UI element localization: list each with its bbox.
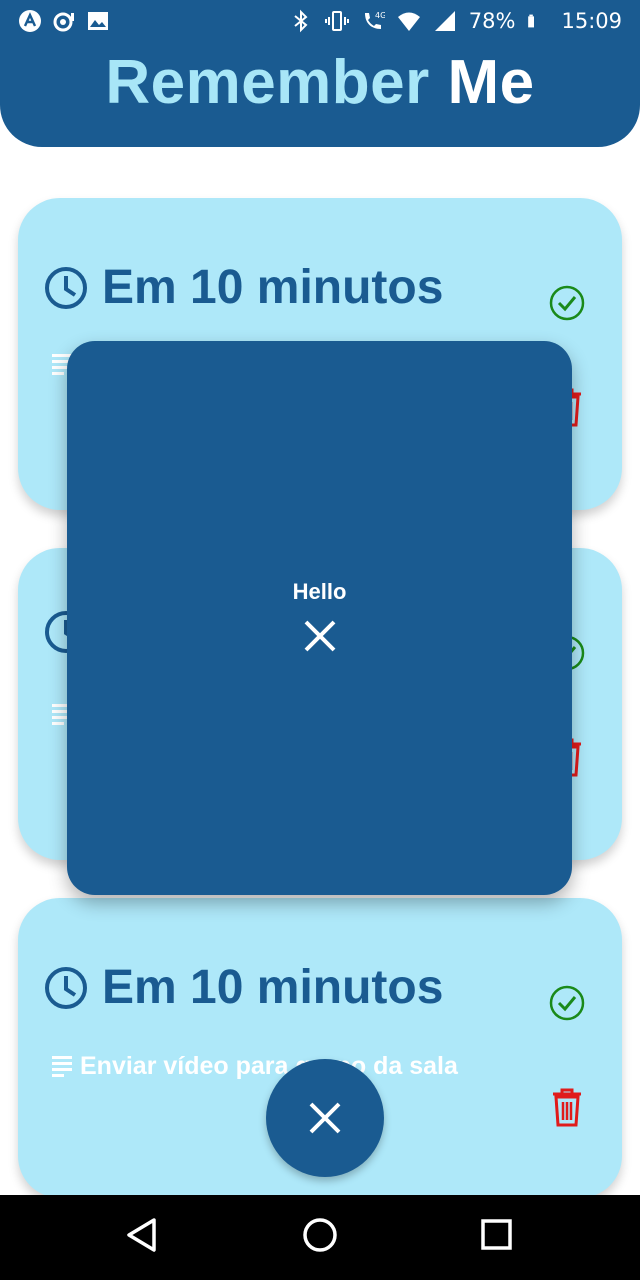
system-nav-bar bbox=[0, 1195, 640, 1280]
app-title-part1: Remember bbox=[105, 48, 430, 117]
card-time-row: Em 10 minutos bbox=[44, 260, 443, 315]
check-icon[interactable] bbox=[548, 984, 586, 1022]
notification-icon bbox=[53, 12, 74, 32]
card-description: Enviar vídeo para grupo da sala bbox=[80, 1052, 458, 1080]
back-icon[interactable] bbox=[124, 1215, 160, 1255]
card-description-row: Enviar vídeo para grupo da sala bbox=[50, 1052, 458, 1081]
call-4g-icon: 4G bbox=[364, 11, 385, 29]
home-icon[interactable] bbox=[300, 1215, 340, 1255]
notes-icon bbox=[52, 1055, 72, 1077]
vibrate-icon bbox=[324, 11, 349, 31]
recents-icon[interactable] bbox=[478, 1215, 516, 1255]
clock-icon bbox=[45, 266, 87, 309]
clock: 15:09 bbox=[561, 9, 622, 33]
app-icon bbox=[19, 10, 41, 32]
modal-dialog: Hello bbox=[67, 341, 572, 895]
image-icon bbox=[88, 12, 108, 30]
card-time-row: Em 10 minutos bbox=[44, 960, 443, 1015]
svg-text:4G: 4G bbox=[375, 11, 385, 20]
battery-percent: 78% bbox=[468, 9, 516, 33]
bluetooth-icon bbox=[294, 9, 308, 33]
battery-icon bbox=[528, 14, 535, 28]
signal-icon bbox=[434, 11, 455, 31]
trash-icon[interactable] bbox=[550, 1086, 584, 1128]
fab-close-button[interactable] bbox=[266, 1059, 384, 1177]
card-time: Em 10 minutos bbox=[102, 961, 444, 1014]
app-title: Remember Me bbox=[0, 47, 640, 118]
card-time: Em 10 minutos bbox=[102, 261, 444, 314]
modal-text: Hello bbox=[292, 579, 347, 604]
close-icon[interactable] bbox=[303, 619, 337, 653]
clock-icon bbox=[45, 966, 87, 1009]
check-icon[interactable] bbox=[548, 284, 586, 322]
wifi-icon bbox=[397, 12, 420, 31]
app-title-part2: Me bbox=[447, 48, 535, 117]
status-bar: 4G 78% 15:09 bbox=[0, 0, 640, 44]
close-icon bbox=[309, 1102, 341, 1134]
